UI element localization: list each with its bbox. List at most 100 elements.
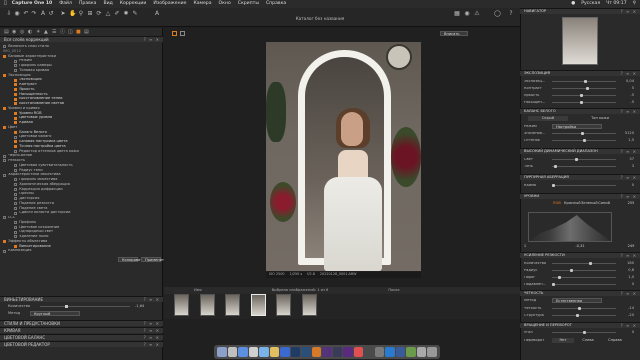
rotation-header[interactable]: ВРАЩЕНИЕ И ПЕРЕВОРОТ? ≡ ✕: [520, 322, 640, 328]
levels-header[interactable]: УРОВНИ? ≡ ✕: [520, 193, 640, 199]
photoshop-icon[interactable]: [290, 347, 300, 357]
slider-track[interactable]: [552, 282, 616, 287]
copy-button[interactable]: Копировать: [118, 257, 144, 262]
search-icon[interactable]: ⚲: [633, 1, 636, 7]
tree-checkbox[interactable]: [14, 225, 18, 229]
menu-camera[interactable]: Камера: [193, 1, 211, 7]
tree-checkbox[interactable]: [14, 121, 18, 125]
slider-knob[interactable]: [552, 183, 555, 188]
tree-checkbox[interactable]: [14, 97, 18, 101]
section-controls-icon[interactable]: ? ≡ ✕: [144, 38, 160, 42]
slider-track[interactable]: [552, 164, 616, 169]
tree-checkbox[interactable]: [14, 230, 18, 234]
tree-checkbox[interactable]: [14, 140, 18, 144]
section-controls-icon[interactable]: ? ≡ ✕: [621, 72, 637, 76]
tree-checkbox[interactable]: [14, 244, 18, 248]
slider-knob[interactable]: [581, 131, 585, 136]
wb-mode-select[interactable]: Настройка: [552, 124, 602, 129]
tree-checkbox[interactable]: [14, 88, 18, 92]
tree-checkbox[interactable]: [14, 145, 18, 149]
slider-knob[interactable]: [580, 93, 584, 98]
capture-tab-icon[interactable]: ◉: [12, 30, 17, 35]
rotation-angle-slider[interactable]: [552, 330, 616, 335]
apply-button[interactable]: Применить: [141, 257, 166, 262]
slider-track[interactable]: [552, 183, 616, 188]
section-controls-icon[interactable]: ? ≡ ✕: [621, 110, 637, 114]
slider-knob[interactable]: [558, 275, 562, 280]
levels-channel-rgb[interactable]: RGB: [552, 201, 562, 206]
color-balance-header[interactable]: ЦВЕТОВОЙ БАЛАНС? ≡ ✕: [0, 334, 163, 340]
slider-knob[interactable]: [585, 86, 589, 91]
tree-checkbox[interactable]: [14, 69, 18, 73]
slider-knob[interactable]: [578, 306, 582, 311]
tree-checkbox[interactable]: [14, 187, 18, 191]
clarity-header[interactable]: ЧЕТКОСТЬ? ≡ ✕: [520, 290, 640, 296]
tree-checkbox[interactable]: [14, 164, 18, 168]
menu-view[interactable]: Вид: [103, 1, 112, 7]
slider-knob[interactable]: [576, 313, 580, 318]
slider-row[interactable]: Экспозиц... 0,04: [524, 79, 636, 84]
tree-checkbox[interactable]: [14, 135, 18, 139]
slider-row[interactable]: Количество 180: [524, 261, 636, 266]
tree-checkbox[interactable]: [14, 83, 18, 87]
aftereffects-icon[interactable]: [332, 347, 342, 357]
import-icon[interactable]: ⇩: [6, 11, 12, 17]
exposure-warning-icon[interactable]: ⚠: [474, 11, 480, 17]
language-indicator[interactable]: Русская: [581, 1, 600, 7]
tree-checkbox[interactable]: [14, 168, 18, 172]
navigator-header[interactable]: НАВИГАТОР? ≡ ✕: [520, 8, 640, 14]
menu-adjustments[interactable]: Коррекции: [120, 1, 147, 7]
wb-tab-skin[interactable]: Тон кожи: [580, 116, 620, 121]
tree-checkbox[interactable]: [14, 116, 18, 120]
tree-checkbox[interactable]: [3, 107, 7, 111]
grid-view-icon[interactable]: ▦: [454, 11, 460, 17]
notes-icon[interactable]: [269, 347, 279, 357]
output-tab-icon[interactable]: ◫: [68, 30, 73, 35]
slider-row[interactable]: Свет 37: [524, 157, 636, 162]
exposure-header[interactable]: ЭКСПОЗИЦИЯ? ≡ ✕: [520, 70, 640, 76]
launchpad-icon[interactable]: [227, 347, 237, 357]
curve-header[interactable]: КРИВАЯ? ≡ ✕: [0, 327, 163, 333]
filmstrip-thumbnail[interactable]: [199, 294, 215, 316]
layers-tab-icon[interactable]: ▤: [84, 30, 89, 35]
tree-checkbox[interactable]: [3, 54, 7, 58]
section-controls-icon[interactable]: ? ≡ ✕: [144, 322, 160, 326]
slider-row[interactable]: Насыщен... -5: [524, 100, 636, 105]
section-controls-icon[interactable]: ? ≡ ✕: [144, 343, 160, 347]
tree-checkbox[interactable]: [14, 64, 18, 68]
adjustments-clipboard-header[interactable]: Вся слоёв коррекций ? ≡ ✕: [0, 36, 163, 42]
tree-checkbox[interactable]: [14, 59, 18, 63]
main-photo[interactable]: [266, 42, 421, 271]
levels-channel-green[interactable]: Зеленый: [581, 201, 598, 206]
excel-icon[interactable]: [406, 347, 416, 357]
section-controls-icon[interactable]: ? ≡ ✕: [621, 292, 637, 296]
tree-checkbox[interactable]: [3, 216, 7, 220]
slider-track[interactable]: [552, 313, 616, 318]
apple-icon[interactable]: : [4, 1, 7, 7]
slider-row[interactable]: Подавлен... 0: [524, 282, 636, 287]
capture-icon[interactable]: ◉: [14, 11, 20, 17]
music-icon[interactable]: [343, 347, 353, 357]
slider-row[interactable]: Яркость -5: [524, 93, 636, 98]
slider-track[interactable]: [552, 261, 616, 266]
tree-checkbox[interactable]: [14, 206, 18, 210]
single-view-icon[interactable]: [172, 31, 177, 36]
keystone-icon[interactable]: △: [105, 11, 111, 17]
tree-checkbox[interactable]: [3, 249, 7, 253]
library-tab-icon[interactable]: ▤: [4, 30, 9, 35]
vignetting-header[interactable]: ВИНЬЕТИРОВАНИЕ ? ≡ ✕: [0, 296, 163, 302]
slider-track[interactable]: [552, 86, 616, 91]
purple-fringing-header[interactable]: ПУРПУРНАЯ АБЕРРАЦИЯ? ≡ ✕: [520, 174, 640, 180]
calendar-icon[interactable]: [353, 347, 363, 357]
lens-tab-icon[interactable]: ◎: [20, 30, 25, 35]
zoom-select[interactable]: Вписать: [440, 31, 468, 36]
reset-icon[interactable]: ↺: [48, 11, 54, 17]
safari-icon[interactable]: [238, 347, 248, 357]
menu-window[interactable]: Окно: [219, 1, 231, 7]
tree-checkbox[interactable]: [3, 173, 7, 177]
filmstrip-thumbnail[interactable]: [174, 294, 189, 316]
color-editor-header[interactable]: ЦВЕТОВОЙ РЕДАКТОР? ≡ ✕: [0, 341, 163, 347]
mail-icon[interactable]: [259, 347, 269, 357]
slider-row[interactable]: Кайма 0: [524, 183, 636, 188]
sharpening-header[interactable]: УСИЛЕНИЕ РЕЗКОСТИ? ≡ ✕: [520, 252, 640, 258]
